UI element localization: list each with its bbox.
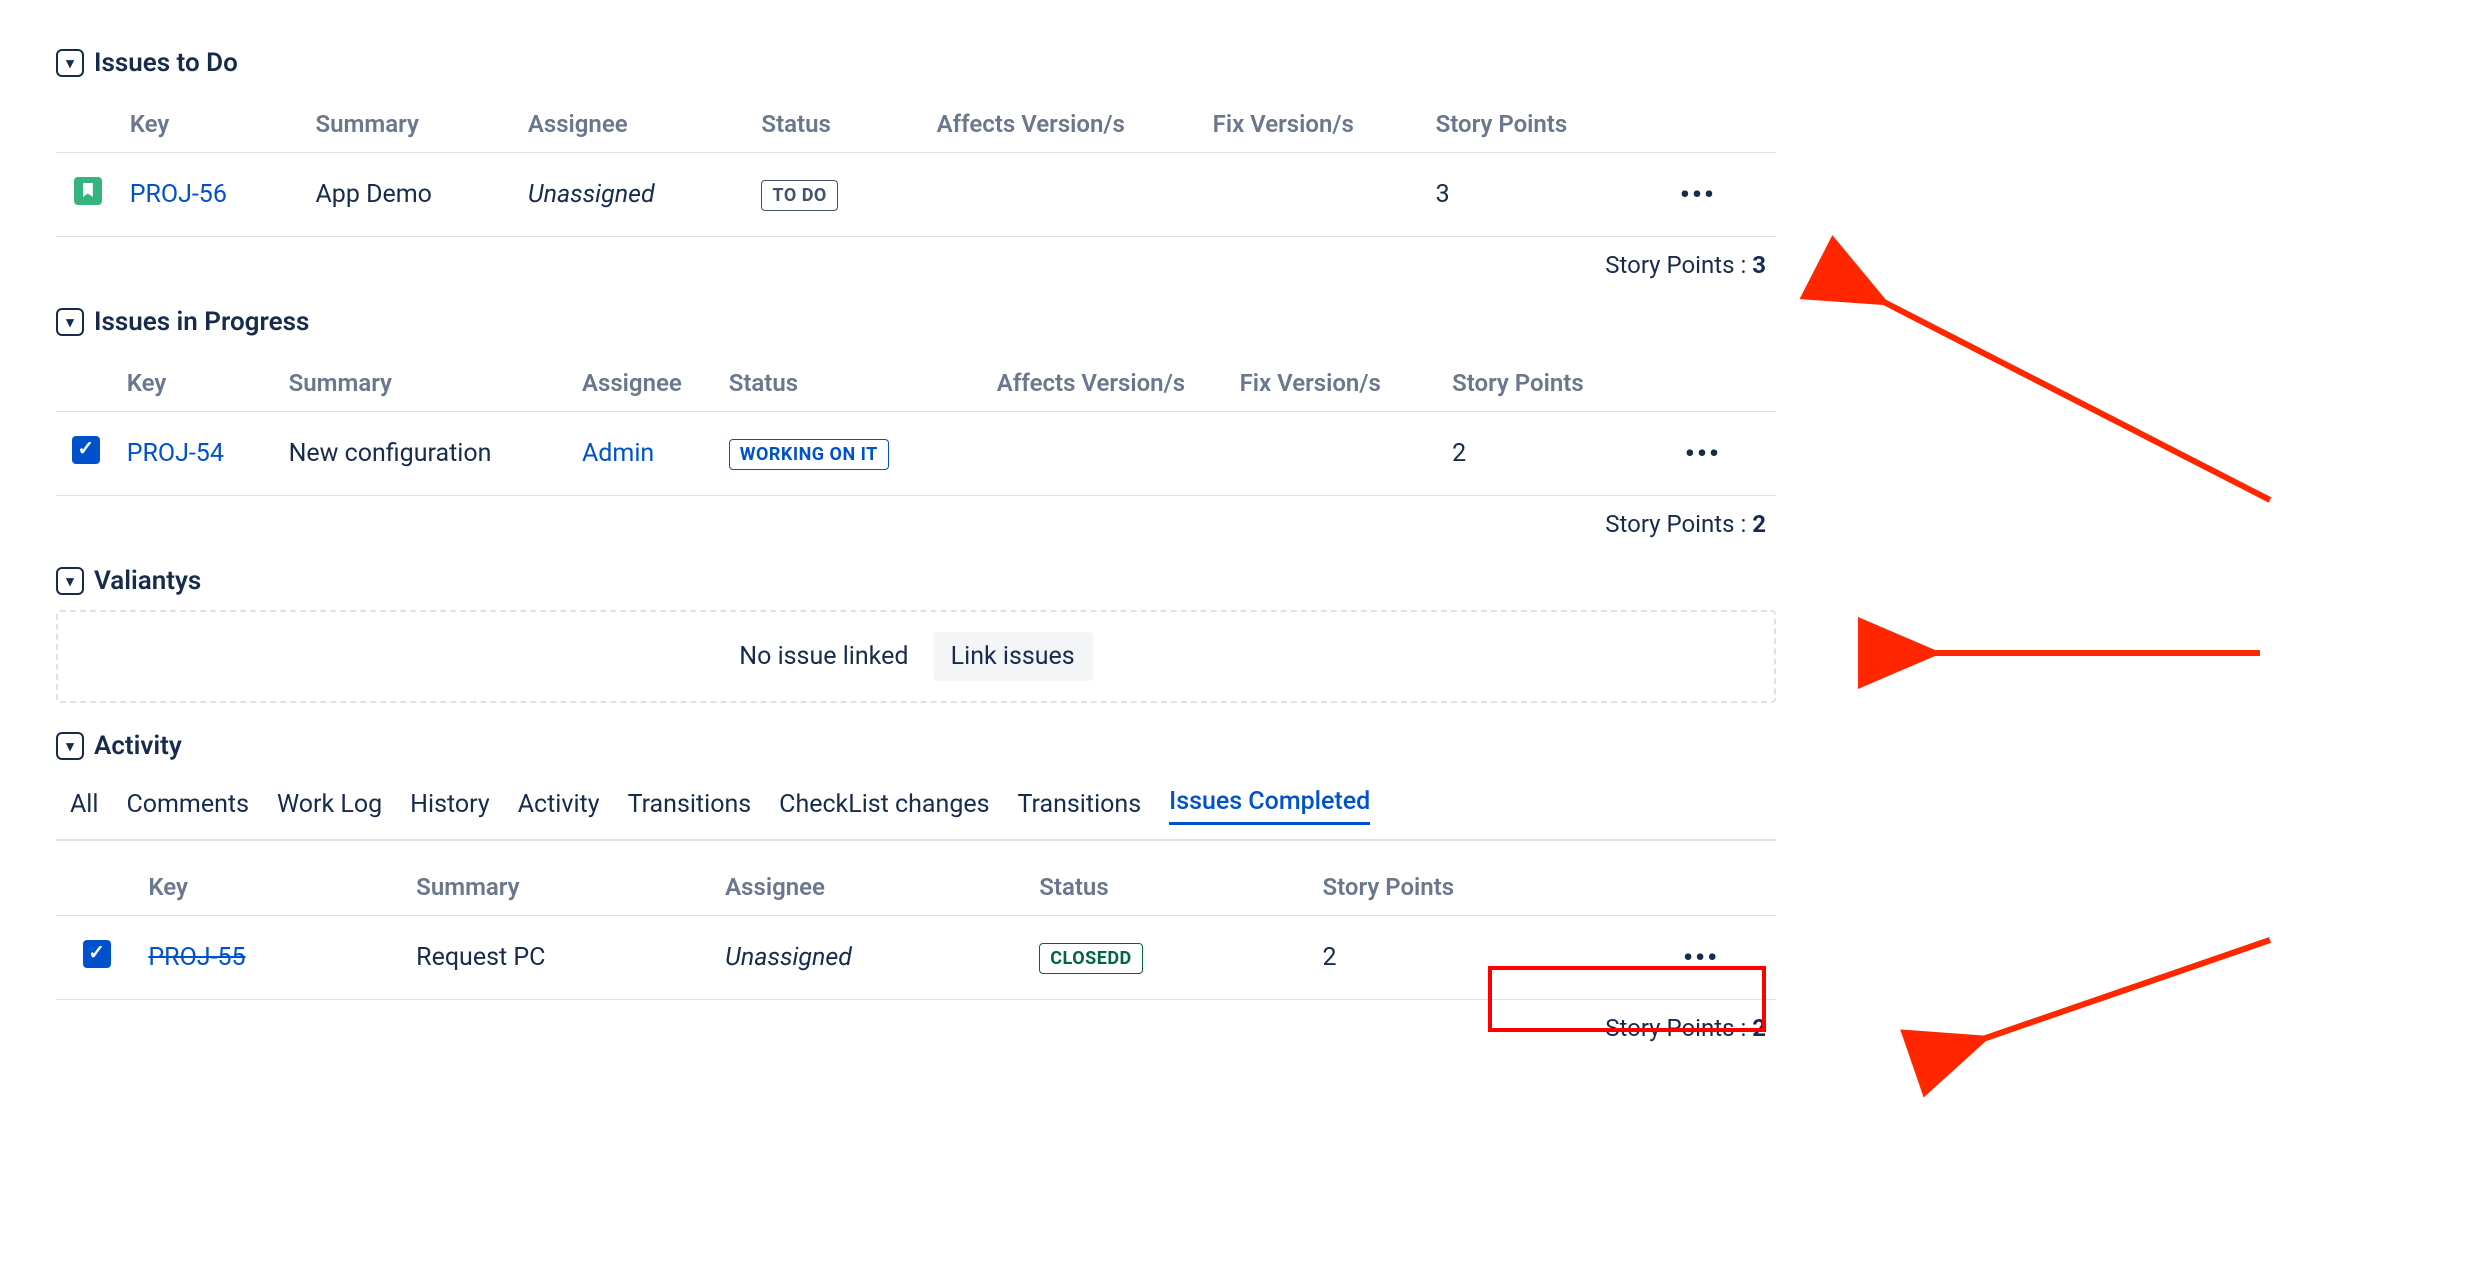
issue-sp: 2	[1322, 943, 1336, 972]
col-assignee: Assignee	[518, 96, 752, 153]
col-summary: Summary	[406, 859, 715, 916]
issue-key-link[interactable]: PROJ-56	[130, 180, 227, 209]
col-key: Key	[138, 859, 406, 916]
section-title-inprogress: Issues in Progress	[94, 307, 309, 337]
chevron-down-icon[interactable]: ▾	[56, 308, 84, 336]
col-sp: Story Points	[1312, 859, 1672, 916]
col-affects: Affects Version/s	[987, 355, 1230, 412]
more-actions-icon[interactable]: •••	[1680, 178, 1716, 211]
section-title-valiantys: Valiantys	[94, 566, 201, 596]
sp-total-inprogress: Story Points : 2	[56, 496, 1776, 538]
sp-total-activity: Story Points : 2	[56, 1000, 1776, 1042]
col-status: Status	[719, 355, 987, 412]
tab-activity[interactable]: Activity	[518, 790, 600, 825]
section-title-todo: Issues to Do	[94, 48, 238, 78]
col-summary: Summary	[306, 96, 518, 153]
table-row[interactable]: PROJ-55 Request PC Unassigned CLOSEDD 2 …	[56, 916, 1776, 1000]
section-title-activity: Activity	[94, 731, 182, 761]
col-key: Key	[120, 96, 306, 153]
col-sp: Story Points	[1426, 96, 1670, 153]
table-row[interactable]: PROJ-56 App Demo Unassigned TO DO 3 •••	[56, 153, 1776, 237]
status-lozenge: WORKING ON IT	[729, 439, 889, 470]
section-header-activity[interactable]: ▾ Activity	[56, 731, 1776, 761]
issue-assignee-link[interactable]: Admin	[582, 439, 654, 468]
col-key: Key	[117, 355, 279, 412]
issue-summary: New configuration	[289, 439, 492, 468]
col-status: Status	[751, 96, 926, 153]
tab-history[interactable]: History	[410, 790, 490, 825]
empty-linked-box: No issue linked Link issues	[56, 610, 1776, 703]
issue-sp: 2	[1452, 439, 1466, 468]
section-header-inprogress[interactable]: ▾ Issues in Progress	[56, 307, 1776, 337]
status-lozenge: CLOSEDD	[1039, 943, 1142, 974]
issue-key-link[interactable]: PROJ-55	[148, 943, 245, 972]
no-issue-linked-label: No issue linked	[739, 642, 908, 671]
task-icon	[83, 940, 111, 968]
chevron-down-icon[interactable]: ▾	[56, 49, 84, 77]
status-lozenge: TO DO	[761, 180, 837, 211]
sp-total-todo: Story Points : 3	[56, 237, 1776, 279]
activity-tabs: All Comments Work Log History Activity T…	[56, 769, 1776, 841]
col-status: Status	[1029, 859, 1312, 916]
tab-checklist-changes[interactable]: CheckList changes	[779, 790, 989, 825]
tab-issues-completed[interactable]: Issues Completed	[1169, 787, 1370, 825]
tab-transitions[interactable]: Transitions	[628, 790, 752, 825]
issues-completed-table: Key Summary Assignee Status Story Points…	[56, 859, 1776, 1000]
issue-summary: Request PC	[416, 943, 545, 972]
task-icon	[72, 436, 100, 464]
more-actions-icon[interactable]: •••	[1685, 437, 1721, 470]
issues-inprogress-table: Key Summary Assignee Status Affects Vers…	[56, 355, 1776, 496]
section-header-todo[interactable]: ▾ Issues to Do	[56, 48, 1776, 78]
chevron-down-icon[interactable]: ▾	[56, 567, 84, 595]
col-assignee: Assignee	[572, 355, 719, 412]
issue-sp: 3	[1436, 180, 1450, 209]
tab-all[interactable]: All	[70, 790, 98, 825]
link-issues-button[interactable]: Link issues	[933, 632, 1093, 681]
issue-key-link[interactable]: PROJ-54	[127, 439, 224, 468]
issue-summary: App Demo	[316, 180, 432, 209]
issue-assignee: Unassigned	[725, 943, 852, 972]
col-fix: Fix Version/s	[1203, 96, 1426, 153]
col-assignee: Assignee	[715, 859, 1029, 916]
more-actions-icon[interactable]: •••	[1683, 941, 1719, 974]
col-affects: Affects Version/s	[927, 96, 1203, 153]
col-fix: Fix Version/s	[1230, 355, 1442, 412]
tab-transitions-2[interactable]: Transitions	[1018, 790, 1142, 825]
table-row[interactable]: PROJ-54 New configuration Admin WORKING …	[56, 412, 1776, 496]
tab-work-log[interactable]: Work Log	[277, 790, 382, 825]
issues-todo-table: Key Summary Assignee Status Affects Vers…	[56, 96, 1776, 237]
col-sp: Story Points	[1442, 355, 1675, 412]
section-header-valiantys[interactable]: ▾ Valiantys	[56, 566, 1776, 596]
issue-assignee: Unassigned	[528, 180, 655, 209]
col-summary: Summary	[279, 355, 572, 412]
chevron-down-icon[interactable]: ▾	[56, 732, 84, 760]
story-icon	[74, 177, 102, 205]
tab-comments[interactable]: Comments	[126, 790, 249, 825]
